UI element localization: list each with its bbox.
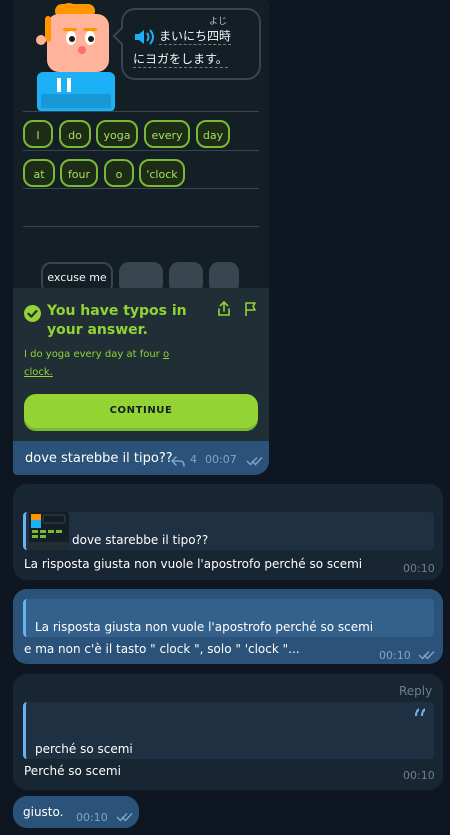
quoted-image-thumbnail	[29, 512, 69, 550]
message-time: 00:10	[403, 769, 435, 782]
feedback-panel: You have typos in your answer. I do yoga…	[13, 288, 269, 441]
answer-line	[23, 111, 259, 112]
message-time: 00:07	[205, 453, 237, 466]
answer-word-chip[interactable]: o	[104, 159, 134, 187]
feedback-answer-text: I do yoga every day at four	[24, 349, 163, 360]
quoted-text: dove starebbe il tipo??	[72, 533, 209, 547]
answer-word-chip[interactable]: I	[23, 120, 53, 148]
answer-word-chip[interactable]: at	[23, 159, 55, 187]
continue-button[interactable]: CONTINUE	[24, 394, 258, 428]
check-circle-icon	[24, 305, 41, 322]
message-text: dove starebbe il tipo??	[25, 451, 173, 466]
message-text: Perché so scemi	[24, 764, 121, 778]
answer-line	[23, 188, 259, 189]
message-text: giusto.	[23, 805, 64, 819]
double-check-icon	[116, 813, 133, 822]
speech-bubble: よじ まいにち四時 にヨガをします。	[121, 8, 261, 80]
japanese-sentence-line1: まいにち四時	[159, 29, 232, 45]
reply-arrow-icon[interactable]	[171, 456, 185, 467]
reply-quote[interactable]: La risposta giusta non vuole l'apostrofo…	[23, 599, 434, 637]
share-icon[interactable]	[217, 301, 231, 317]
feedback-typo-highlight: o	[162, 349, 170, 360]
feedback-typo-highlight: clock.	[24, 367, 53, 378]
feedback-title: You have typos in your answer.	[47, 303, 187, 338]
incoming-message[interactable]: dove starebbe il tipo?? La risposta gius…	[13, 484, 443, 580]
answer-word-chip[interactable]: day	[196, 120, 230, 148]
message-time: 00:10	[76, 811, 108, 824]
chat-view: よじ まいにち四時 にヨガをします。 I do yoga every day a…	[0, 0, 450, 835]
reply-quote[interactable]: dove starebbe il tipo??	[23, 512, 434, 550]
message-time: 00:10	[403, 562, 435, 575]
message-text: e ma non c'è il tasto " clock ", solo " …	[24, 642, 300, 656]
reply-quote[interactable]: perché so scemi	[23, 702, 434, 759]
duolingo-screenshot[interactable]: よじ まいにち四時 にヨガをします。 I do yoga every day a…	[13, 0, 269, 441]
answer-line	[23, 150, 259, 151]
reply-count[interactable]: 4	[190, 453, 197, 466]
answer-word-chip[interactable]: do	[59, 120, 91, 148]
quoted-text: La risposta giusta non vuole l'apostrofo…	[35, 620, 374, 634]
incoming-message[interactable]: Reply perché so scemi Perché so scemi 00…	[13, 674, 443, 790]
outgoing-message[interactable]: giusto. 00:10	[13, 796, 139, 828]
outgoing-image-message[interactable]: よじ まいにち四時 にヨガをします。 I do yoga every day a…	[13, 0, 269, 475]
answer-word-chip[interactable]: yoga	[96, 120, 138, 148]
japanese-sentence-line2: にヨガをします。	[133, 52, 228, 68]
message-text: La risposta giusta non vuole l'apostrofo…	[24, 557, 363, 571]
quoted-text: perché so scemi	[35, 742, 133, 756]
answer-word-chip[interactable]: four	[60, 159, 98, 187]
message-time: 00:10	[379, 649, 411, 662]
double-check-icon	[418, 651, 435, 660]
furigana-text: よじ	[209, 17, 228, 27]
answer-word-chip[interactable]: every	[144, 120, 190, 148]
answer-line	[23, 226, 259, 227]
quote-icon	[415, 708, 425, 716]
double-check-icon	[246, 457, 263, 466]
feedback-correct-answer: I do yoga every day at four o clock.	[24, 346, 194, 382]
duo-character-illustration	[36, 3, 115, 112]
flag-icon[interactable]	[243, 301, 259, 317]
outgoing-message[interactable]: La risposta giusta non vuole l'apostrofo…	[13, 589, 443, 664]
answer-word-chip[interactable]: 'clock	[139, 159, 185, 187]
speaker-icon[interactable]	[133, 28, 155, 46]
reply-label[interactable]: Reply	[399, 684, 432, 698]
